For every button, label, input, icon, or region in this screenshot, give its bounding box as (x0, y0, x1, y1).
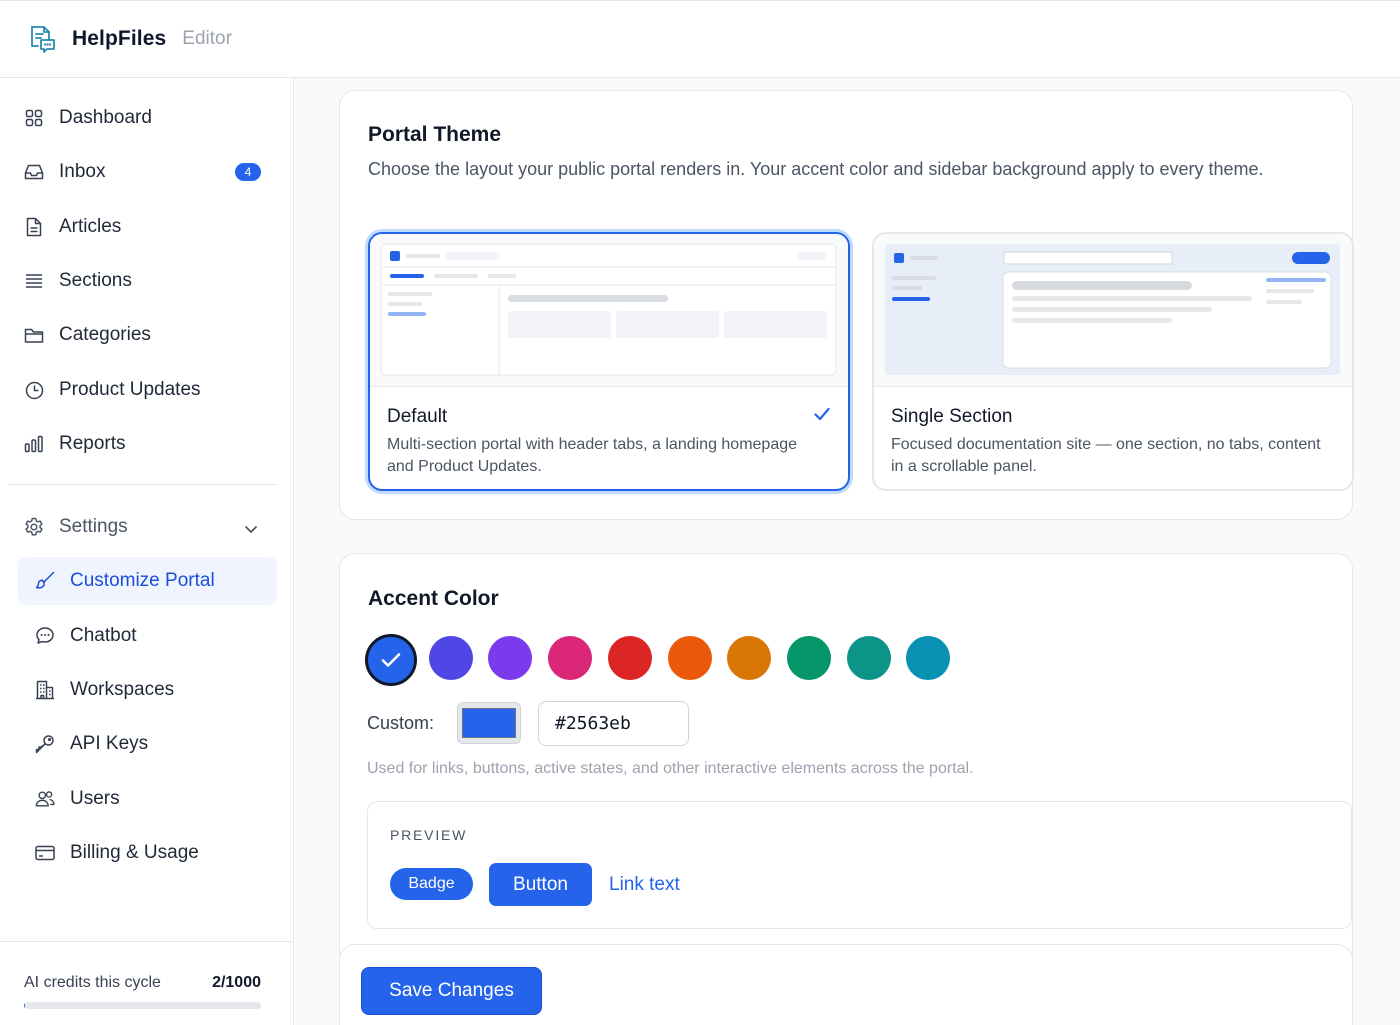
accent-help-text: Used for links, buttons, active states, … (367, 760, 974, 777)
main-content: Portal Theme Choose the layout your publ… (295, 78, 1400, 1025)
sidebar: Dashboard Inbox 4 Articles Sections Cate… (0, 78, 294, 1025)
sidebar-item-categories[interactable]: Categories (0, 311, 294, 359)
sidebar-item-label: Users (70, 788, 120, 809)
sidebar-item-label: Chatbot (70, 625, 137, 646)
theme-option-default[interactable]: Default Multi-section portal with header… (368, 232, 850, 491)
accent-swatch[interactable] (667, 636, 712, 680)
top-header: HelpFiles Editor (0, 0, 1400, 78)
accent-swatch[interactable] (846, 636, 891, 680)
credit-card-icon (35, 843, 55, 863)
brand-subtitle: Editor (182, 28, 232, 49)
portal-theme-description: Choose the layout your public portal ren… (368, 159, 1264, 179)
theme-option-description: Multi-section portal with header tabs, a… (387, 436, 798, 475)
portal-theme-title: Portal Theme (368, 123, 502, 146)
preview-button[interactable]: Button (489, 863, 592, 906)
accent-swatch[interactable] (365, 634, 417, 686)
check-icon (814, 407, 830, 426)
preview-label: PREVIEW (390, 827, 468, 843)
sidebar-item-label: Product Updates (59, 379, 201, 400)
accent-swatch[interactable] (607, 636, 652, 680)
theme-default-thumbnail (370, 234, 848, 387)
sidebar-item-chatbot[interactable]: Chatbot (0, 612, 294, 660)
grid-icon (24, 108, 44, 128)
list-icon (24, 271, 44, 291)
save-changes-button[interactable]: Save Changes (361, 967, 542, 1015)
sidebar-item-settings[interactable]: Settings (0, 503, 294, 551)
sidebar-item-workspaces[interactable]: Workspaces (0, 666, 294, 714)
custom-color-label: Custom: (367, 713, 435, 733)
sidebar-item-label: Settings (59, 516, 128, 537)
sidebar-item-label: Categories (59, 324, 151, 345)
accent-swatch[interactable] (428, 636, 473, 680)
portal-theme-card: Portal Theme Choose the layout your publ… (339, 90, 1354, 520)
accent-preview-box: PREVIEW Badge Button Link text (367, 801, 1352, 929)
inbox-icon (24, 162, 44, 182)
theme-option-description: Focused documentation site — one section… (891, 436, 1321, 475)
sidebar-item-articles[interactable]: Articles (0, 203, 294, 251)
building-icon (35, 680, 55, 700)
sidebar-item-reports[interactable]: Reports (0, 420, 294, 468)
accent-swatch[interactable] (548, 636, 593, 680)
accent-swatch[interactable] (727, 636, 772, 680)
custom-color-picker[interactable] (457, 702, 521, 744)
credits-progress-bar (24, 1002, 261, 1009)
accent-color-title: Accent Color (368, 587, 499, 610)
sidebar-item-dashboard[interactable]: Dashboard (0, 94, 294, 142)
sidebar-item-label: Customize Portal (70, 570, 215, 591)
bar-chart-icon (24, 434, 44, 454)
folder-icon (24, 325, 44, 345)
ai-credits-panel: AI credits this cycle 2/1000 (0, 941, 294, 1025)
chevron-down-icon[interactable] (244, 520, 258, 534)
sidebar-item-inbox[interactable]: Inbox 4 (0, 148, 294, 196)
gear-icon (24, 517, 44, 537)
sidebar-item-label: API Keys (70, 733, 149, 754)
check-icon (381, 653, 401, 667)
document-icon (24, 217, 44, 237)
inbox-count-badge: 4 (235, 163, 261, 181)
sidebar-item-api-keys[interactable]: API Keys (0, 720, 294, 768)
accent-swatch[interactable] (786, 636, 831, 680)
theme-single-thumbnail (874, 234, 1352, 387)
accent-swatch[interactable] (906, 636, 951, 680)
sidebar-item-label: Dashboard (59, 107, 152, 128)
sidebar-item-label: Workspaces (70, 679, 175, 700)
sidebar-item-label: Billing & Usage (70, 842, 199, 863)
clock-icon (24, 380, 44, 400)
chat-document-icon (26, 23, 58, 55)
sidebar-item-customize-portal[interactable]: Customize Portal (18, 557, 277, 605)
theme-option-single-section[interactable]: Single Section Focused documentation sit… (872, 232, 1354, 491)
hex-color-input[interactable] (538, 701, 689, 746)
credits-value: 2/1000 (212, 974, 261, 991)
preview-link[interactable]: Link text (609, 874, 680, 896)
color-well-fill (462, 708, 516, 738)
sidebar-item-billing[interactable]: Billing & Usage (0, 829, 294, 877)
sidebar-item-label: Articles (59, 216, 122, 237)
preview-badge: Badge (390, 868, 473, 900)
sidebar-item-users[interactable]: Users (0, 775, 294, 823)
theme-option-title: Default (387, 406, 448, 427)
key-icon (35, 734, 55, 754)
theme-option-title: Single Section (891, 406, 1013, 427)
chat-bubble-icon (35, 626, 55, 646)
sidebar-item-label: Reports (59, 433, 126, 454)
sidebar-item-sections[interactable]: Sections (0, 257, 294, 305)
brand-name: HelpFiles (72, 27, 167, 50)
sidebar-item-label: Sections (59, 270, 132, 291)
credits-label: AI credits this cycle (24, 974, 161, 991)
sidebar-item-label: Inbox (59, 161, 106, 182)
sidebar-divider (8, 484, 278, 485)
sidebar-item-product-updates[interactable]: Product Updates (0, 366, 294, 414)
users-icon (35, 789, 55, 809)
brush-icon (35, 571, 55, 591)
